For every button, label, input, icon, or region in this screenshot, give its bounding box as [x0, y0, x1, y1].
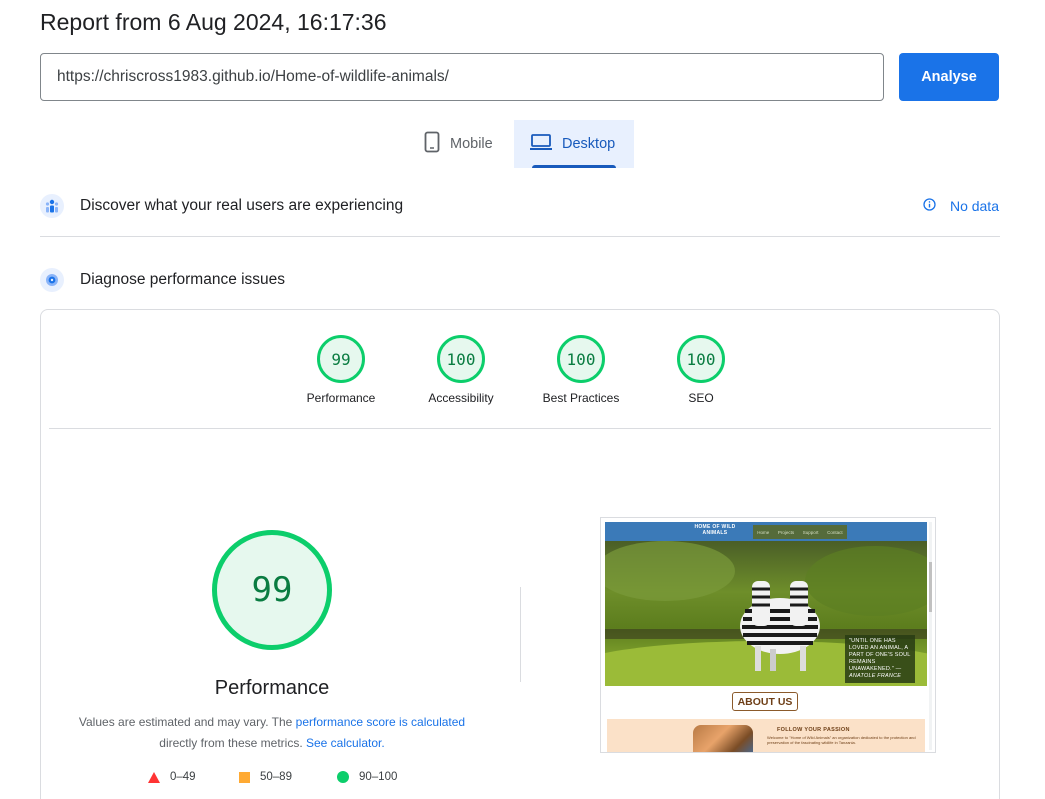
tab-desktop-label: Desktop	[562, 136, 616, 152]
desc-text: Values are estimated and may vary. The	[78, 715, 296, 729]
laptop-icon	[530, 133, 552, 155]
gauge-score: 100	[557, 335, 605, 383]
screenshot-menu: Home Projects Support Contact	[753, 525, 847, 539]
circle-icon	[337, 771, 349, 783]
section-divider	[40, 236, 1000, 237]
legend-range: 50–89	[260, 771, 292, 783]
gauge-score: 99	[317, 335, 365, 383]
screenshot-quote-text: "UNTIL ONE HAS LOVED AN ANIMAL, A PART O…	[849, 638, 911, 672]
triangle-icon	[148, 771, 160, 783]
screenshot-passion-image	[693, 725, 753, 752]
legend-range: 0–49	[170, 771, 196, 783]
gauge-score: 100	[677, 335, 725, 383]
screenshot-passion-section: FOLLOW YOUR PASSION Welcome to "Home of …	[607, 719, 925, 752]
screenshot-scrollbar	[929, 522, 932, 750]
legend-good: 90–100	[337, 771, 397, 783]
desc-text: directly from these metrics.	[159, 736, 306, 750]
users-icon	[40, 194, 64, 218]
lighthouse-icon	[40, 268, 64, 292]
screenshot-navbar: HOME OF WILD ANIMALS Home Projects Suppo…	[605, 522, 927, 541]
legend-range: 90–100	[359, 771, 398, 783]
screenshot-menu-item: Home	[757, 529, 770, 535]
no-data-link[interactable]: No data	[923, 188, 999, 224]
screenshot-about-us: ABOUT US	[732, 692, 798, 711]
screenshot-menu-item: Projects	[777, 529, 795, 535]
performance-big-gauge: 99	[212, 530, 332, 650]
score-legend: 0–49 50–89 90–100	[41, 771, 999, 791]
gauge-label: Accessibility	[428, 391, 494, 405]
gauge-seo[interactable]: 100 SEO	[641, 335, 761, 405]
see-calculator-link[interactable]: See calculator.	[306, 736, 385, 750]
info-icon	[923, 198, 936, 214]
gauge-accessibility[interactable]: 100 Accessibility	[401, 335, 521, 405]
report-card: 99 Performance 100 Accessibility 100 Bes…	[40, 309, 1000, 799]
screenshot-passion-title: FOLLOW YOUR PASSION	[777, 727, 850, 733]
gauge-label: SEO	[688, 391, 714, 405]
square-icon	[239, 771, 250, 783]
score-gauges: 99 Performance 100 Accessibility 100 Bes…	[41, 335, 999, 425]
tab-mobile[interactable]: Mobile	[408, 120, 514, 168]
tab-mobile-label: Mobile	[450, 136, 493, 152]
screenshot-quote-author: ANATOLE FRANCE	[849, 673, 902, 679]
no-data-label: No data	[949, 198, 999, 214]
page-title: Report from 6 Aug 2024, 16:17:36	[40, 9, 387, 35]
gauge-performance[interactable]: 99 Performance	[281, 335, 401, 405]
gauge-label: Performance	[306, 391, 376, 405]
diagnose-label: Diagnose performance issues	[80, 271, 286, 288]
crux-label: Discover what your real users are experi…	[80, 197, 404, 214]
legend-poor: 0–49	[148, 771, 196, 783]
smartphone-icon	[424, 131, 440, 157]
vertical-divider	[520, 587, 521, 682]
screenshot-quote: "UNTIL ONE HAS LOVED AN ANIMAL, A PART O…	[845, 635, 915, 683]
card-divider	[49, 428, 991, 429]
analyse-button[interactable]: Analyse	[899, 53, 999, 101]
screenshot-menu-item: Contact	[827, 529, 843, 535]
diagnose-section: Diagnose performance issues	[40, 262, 999, 298]
gauge-score: 100	[437, 335, 485, 383]
crux-section: Discover what your real users are experi…	[40, 188, 999, 224]
tab-desktop[interactable]: Desktop	[514, 120, 634, 168]
tab-selected-indicator	[532, 165, 616, 168]
legend-average: 50–89	[239, 771, 292, 783]
screenshot-passion-text: Welcome to "Home of Wild Animals" an org…	[767, 735, 916, 745]
screenshot-menu-item: Support	[802, 529, 819, 535]
url-input[interactable]	[40, 53, 884, 101]
gauge-best-practices[interactable]: 100 Best Practices	[521, 335, 641, 405]
performance-description: Values are estimated and may vary. The p…	[71, 712, 473, 754]
gauge-label: Best Practices	[542, 391, 620, 405]
score-calculated-link[interactable]: performance score is calculated	[296, 715, 465, 729]
page-screenshot: HOME OF WILD ANIMALS Home Projects Suppo…	[600, 517, 936, 753]
performance-title: Performance	[214, 677, 330, 699]
screenshot-hero-image: "UNTIL ONE HAS LOVED AN ANIMAL, A PART O…	[605, 541, 927, 686]
screenshot-brand: HOME OF WILD ANIMALS	[694, 524, 736, 536]
